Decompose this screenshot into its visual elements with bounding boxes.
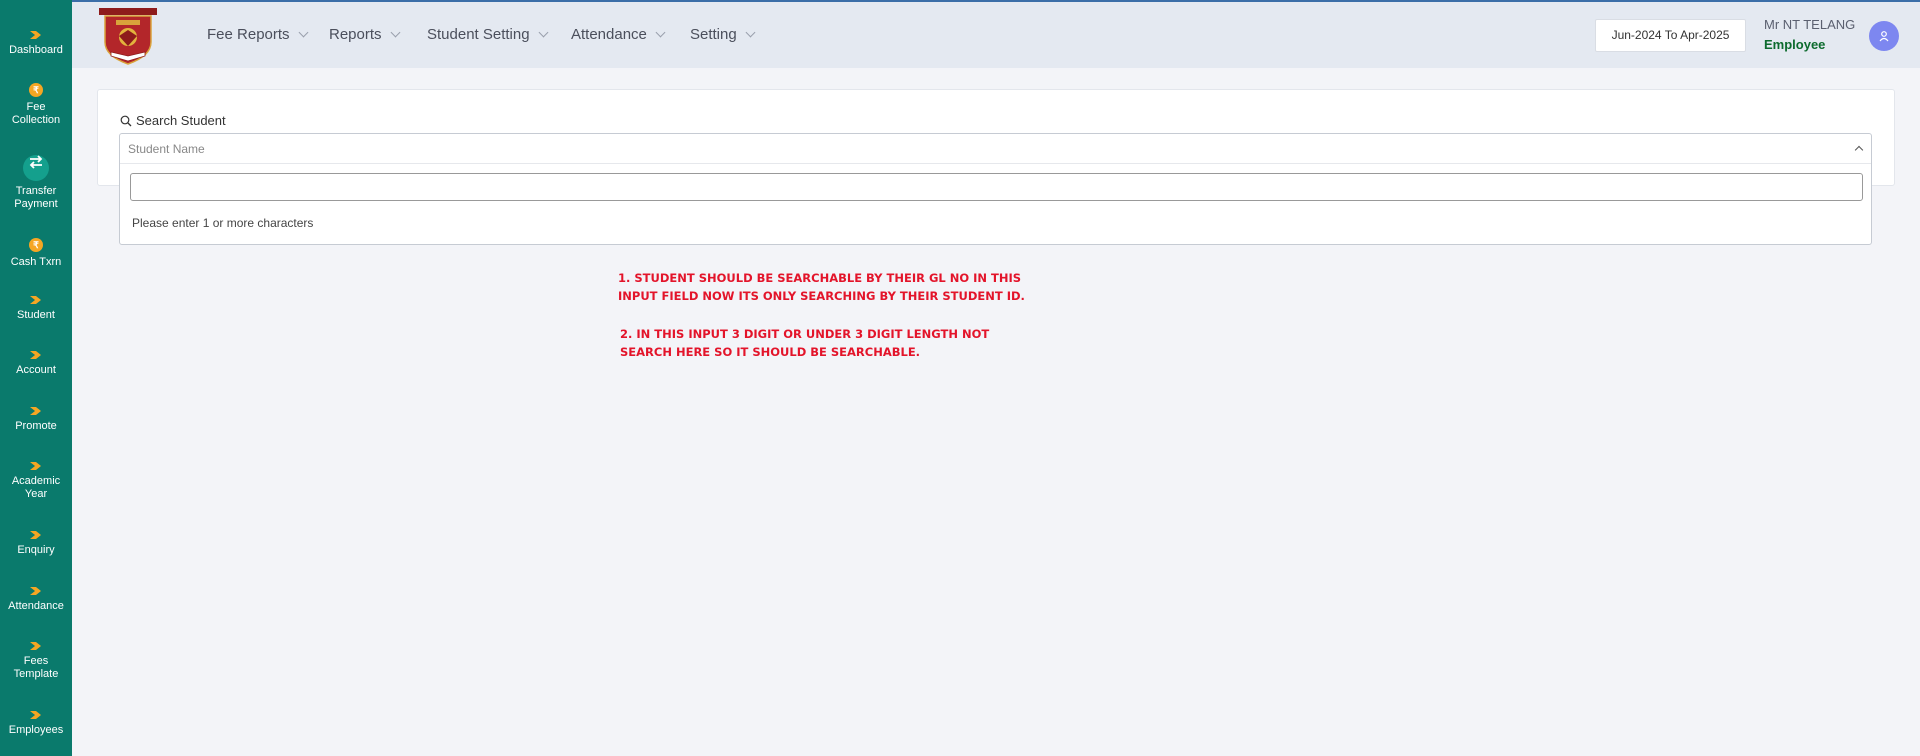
nav-student-setting[interactable]: Student Setting — [427, 26, 549, 43]
coin-icon: ₹ — [29, 238, 43, 252]
school-logo — [99, 8, 157, 65]
sidebar-item-student[interactable]: Student — [0, 295, 72, 322]
sidebar-item-label: Attendance — [8, 600, 64, 612]
chevron-down-icon — [745, 27, 756, 38]
search-hint-message: Please enter 1 or more characters — [132, 216, 314, 230]
coin-icon: ₹ — [29, 83, 43, 97]
sidebar-item-fee-collection[interactable]: ₹ Fee Collection — [0, 83, 72, 127]
sidebar-item-enquiry[interactable]: Enquiry — [0, 530, 72, 557]
chevron-right-icon — [30, 531, 41, 539]
annotation-line-4: SEARCH HERE SO IT SHOULD BE SEARCHABLE. — [620, 345, 921, 359]
user-icon — [1879, 31, 1889, 42]
search-student-label: Search Student — [120, 113, 226, 128]
sidebar-item-label: Student — [17, 309, 55, 321]
nav-reports[interactable]: Reports — [329, 26, 400, 43]
sidebar: Dashboard ₹ Fee Collection Transfer Paym… — [0, 0, 72, 756]
chevron-right-icon — [30, 462, 41, 470]
chevron-down-icon — [538, 27, 549, 38]
chevron-right-icon — [30, 296, 41, 304]
nav-label: Attendance — [571, 26, 647, 43]
sidebar-item-transfer-payment[interactable]: Transfer Payment — [0, 155, 72, 211]
sidebar-item-label: Fees Template — [13, 655, 59, 680]
sidebar-item-account[interactable]: Account — [0, 350, 72, 377]
nav-label: Fee Reports — [207, 26, 290, 43]
top-navbar: Fee Reports Reports Student Setting Atte… — [72, 0, 1920, 68]
sidebar-item-label: Account — [16, 364, 56, 376]
sidebar-item-label: Employees — [8, 724, 64, 736]
sidebar-item-label: Academic Year — [11, 475, 61, 500]
user-role: Employee — [1764, 37, 1826, 52]
chevron-right-icon — [30, 642, 41, 650]
sidebar-item-promote[interactable]: Promote — [0, 406, 72, 433]
search-icon — [120, 115, 132, 126]
nav-label: Setting — [690, 26, 737, 43]
chevron-down-icon — [390, 27, 400, 38]
sidebar-item-label: Promote — [15, 420, 57, 432]
chevron-right-icon — [30, 351, 41, 359]
sidebar-item-fees-template[interactable]: Fees Template — [0, 641, 72, 681]
chevron-right-icon — [30, 711, 41, 719]
search-label-text: Search Student — [136, 113, 226, 128]
sidebar-item-cash-txrn[interactable]: ₹ Cash Txrn — [0, 238, 72, 269]
sidebar-item-label: Enquiry — [17, 544, 55, 556]
chevron-right-icon — [30, 31, 41, 39]
sidebar-item-label: Fee Collection — [11, 101, 61, 126]
nav-attendance[interactable]: Attendance — [571, 26, 666, 43]
select-placeholder: Student Name — [128, 142, 205, 156]
chevron-down-icon — [298, 27, 308, 38]
sidebar-item-label: Cash Txrn — [10, 256, 62, 268]
swap-arrows-icon — [23, 155, 49, 181]
nav-setting[interactable]: Setting — [690, 26, 756, 43]
student-search-input[interactable] — [130, 173, 1863, 201]
sidebar-item-attendance[interactable]: Attendance — [0, 586, 72, 613]
chevron-right-icon — [30, 587, 41, 595]
nav-label: Student Setting — [427, 26, 530, 43]
sidebar-item-label: Transfer Payment — [14, 185, 58, 210]
sidebar-item-academic-year[interactable]: Academic Year — [0, 461, 72, 501]
chevron-down-icon — [655, 27, 666, 38]
student-select-dropdown: Student Name Please enter 1 or more char… — [119, 133, 1872, 245]
annotation-line-3: 2. IN THIS INPUT 3 DIGIT OR UNDER 3 DIGI… — [620, 327, 990, 341]
sidebar-item-employees[interactable]: Employees — [0, 710, 72, 737]
sidebar-item-label: Dashboard — [9, 44, 63, 56]
sidebar-item-dashboard[interactable]: Dashboard — [0, 30, 72, 57]
chevron-up-icon — [1854, 145, 1864, 155]
nav-fee-reports[interactable]: Fee Reports — [207, 26, 308, 43]
annotation-line-2: INPUT FIELD NOW ITS ONLY SEARCHING BY TH… — [618, 289, 1025, 303]
annotation-line-1: 1. STUDENT SHOULD BE SEARCHABLE BY THEIR… — [618, 271, 1022, 285]
chevron-right-icon — [30, 407, 41, 415]
user-name: Mr NT TELANG — [1764, 17, 1856, 32]
student-name-select[interactable]: Student Name — [120, 134, 1871, 164]
academic-year-selector[interactable]: Jun-2024 To Apr-2025 — [1595, 19, 1746, 52]
user-avatar-button[interactable] — [1869, 21, 1899, 51]
nav-label: Reports — [329, 26, 382, 43]
